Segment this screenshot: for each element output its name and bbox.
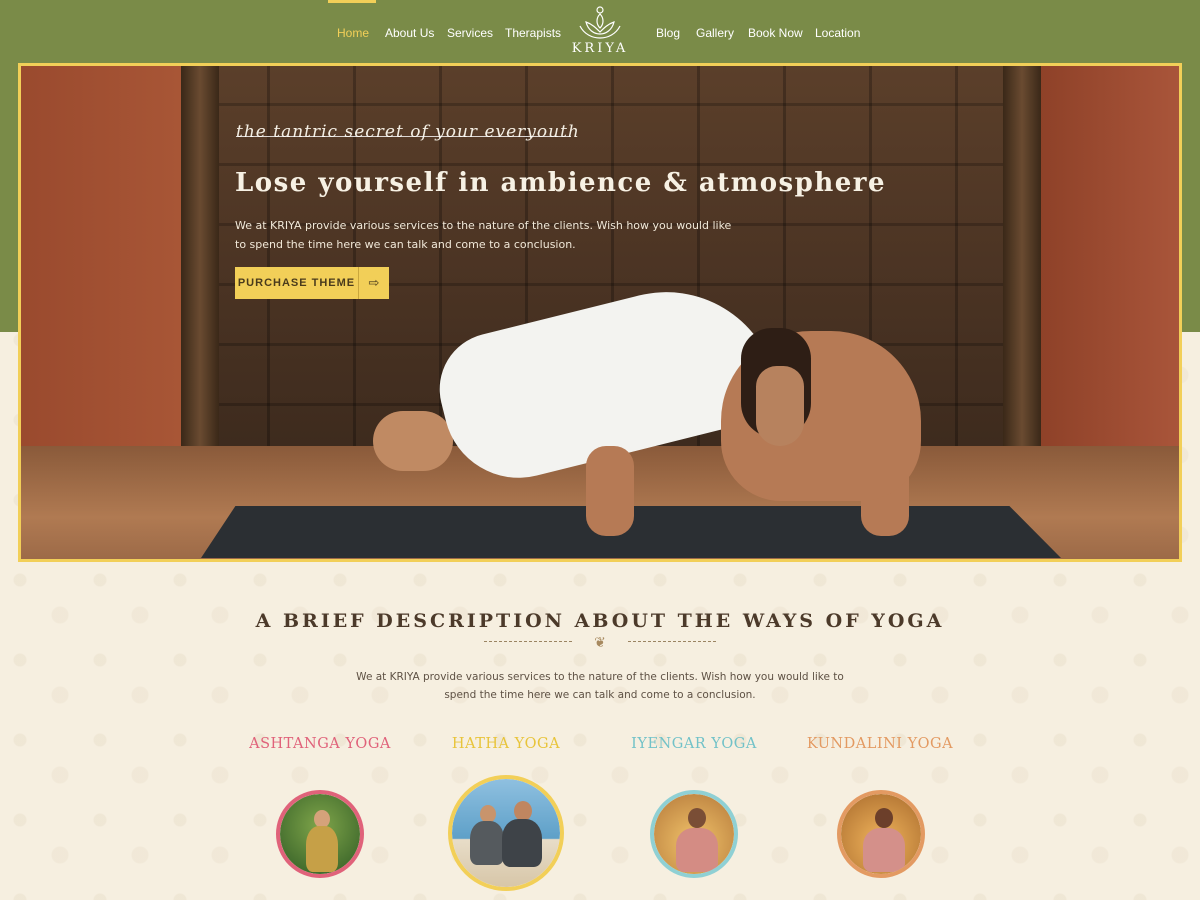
yoga-title-kundalini: KUNDALINI YOGA [806,736,954,752]
arrow-right-icon: ⇨ [358,267,389,299]
nav-location[interactable]: Location [815,26,860,40]
nav-services[interactable]: Services [447,26,493,40]
nav-book-now[interactable]: Book Now [748,26,803,40]
lotus-meditation-icon [579,6,621,39]
yoga-title-hatha: HATHA YOGA [451,736,561,752]
yogi-arm [586,446,634,536]
purchase-theme-label: PURCHASE THEME [237,277,356,289]
active-nav-indicator [328,0,376,3]
hero-description: We at KRIYA provide various services to … [235,219,732,251]
divider-line [484,641,572,642]
site-logo[interactable]: KRIYA [566,4,634,56]
nav-home[interactable]: Home [337,26,369,40]
kundalini-yoga-image[interactable] [837,790,925,878]
hero-pillar-right [1003,66,1041,466]
nav-about-us[interactable]: About Us [385,26,434,40]
hero-wall-left [21,66,181,466]
ornamental-divider: ❦ [484,634,716,650]
yogi-face [756,366,804,446]
hero-banner: the tantric secret of your everyouth Los… [18,63,1182,562]
section-description: We at KRIYA provide various services to … [356,671,844,701]
hero-title: Lose yourself in ambience & atmosphere [235,168,887,198]
flourish-icon: ❦ [594,634,606,650]
main-navigation: Home About Us Services Therapists KRIYA … [0,0,1200,62]
iyengar-yoga-image[interactable] [650,790,738,878]
nav-therapists[interactable]: Therapists [505,26,561,40]
logo-text: KRIYA [571,41,629,56]
yoga-card-hatha[interactable]: HATHA YOGA [396,736,616,752]
divider-line [628,641,716,642]
hero-tagline: the tantric secret of your everyouth [236,122,580,142]
purchase-theme-button[interactable]: PURCHASE THEME ⇨ [235,267,389,299]
nav-gallery[interactable]: Gallery [696,26,734,40]
yogi-feet [373,411,453,471]
ashtanga-yoga-image[interactable] [276,790,364,878]
hero-pillar-left [181,66,219,466]
hatha-yoga-image[interactable] [448,775,564,891]
nav-blog[interactable]: Blog [656,26,680,40]
section-title: A BRIEF DESCRIPTION ABOUT THE WAYS OF YO… [255,610,945,632]
hero-wall-right [1039,66,1179,466]
tagline-underline [236,136,571,137]
yoga-card-kundalini[interactable]: KUNDALINI YOGA [770,736,990,752]
